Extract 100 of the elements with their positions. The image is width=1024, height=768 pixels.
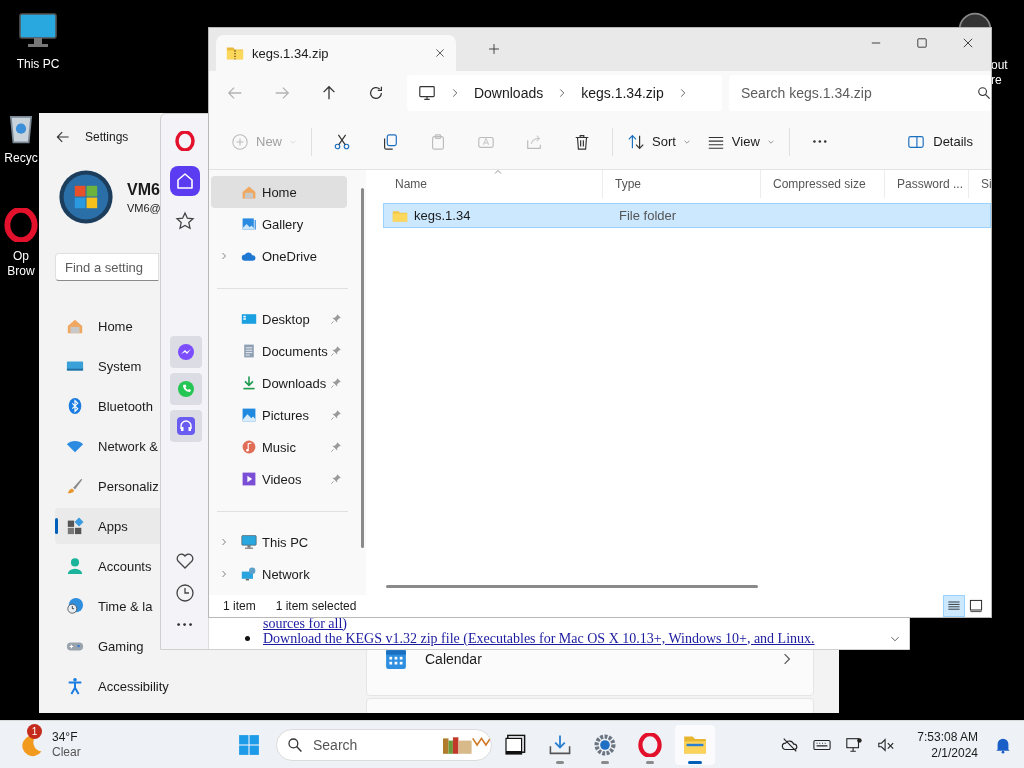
monitor-icon[interactable] xyxy=(18,10,58,50)
window-title: Settings xyxy=(85,130,129,144)
trash-icon xyxy=(573,132,591,151)
nav-item[interactable]: Music xyxy=(211,431,347,463)
opera-logo-icon[interactable] xyxy=(4,208,38,242)
download-link[interactable]: Download the KEGS v1.32 zip file (Executables for Mac OS X 10.13+, Windows 10+, and Linux. xyxy=(263,630,815,647)
opera-logo-icon xyxy=(174,131,195,151)
nav-item[interactable]: Videos xyxy=(211,463,347,495)
column-header[interactable]: Name xyxy=(383,170,603,198)
column-header[interactable]: Password ... xyxy=(885,170,969,198)
speaker-muted-icon xyxy=(877,735,896,754)
file-row[interactable]: kegs.1.34 File folder xyxy=(383,203,991,228)
window-tab[interactable]: kegs.1.34.zip xyxy=(216,35,456,71)
network-monitor-icon xyxy=(845,735,864,754)
column-header[interactable]: Si xyxy=(969,170,991,198)
nav-item[interactable]: OneDrive xyxy=(211,240,347,272)
address-bar[interactable]: Downloads kegs.1.34.zip xyxy=(406,74,722,111)
nav-item[interactable]: Network & xyxy=(55,428,160,464)
bluetooth-icon xyxy=(66,397,84,415)
user-email: VM6@ xyxy=(127,201,161,214)
selection-count: 1 item selected xyxy=(275,599,357,613)
opera-logo-icon xyxy=(638,732,662,757)
nav-item[interactable]: System xyxy=(55,348,160,384)
scissors-icon xyxy=(333,132,351,151)
house-icon xyxy=(174,171,195,191)
windows-logo-icon xyxy=(238,733,260,756)
close-icon xyxy=(961,36,975,50)
breadcrumb[interactable]: Downloads xyxy=(473,84,544,101)
download-tray-icon xyxy=(548,732,572,757)
nav-item[interactable]: Apps xyxy=(55,508,160,544)
more-icon xyxy=(812,140,827,143)
sort-arrows-icon xyxy=(627,132,645,151)
plus-icon xyxy=(487,41,501,56)
nav-item[interactable]: Downloads xyxy=(211,367,347,399)
star-icon xyxy=(174,211,195,231)
desktop-icon-label: out xyxy=(991,58,1008,73)
nav-item[interactable]: Time & la xyxy=(55,588,160,624)
nav-item[interactable]: Network xyxy=(211,558,347,590)
desktop-icon-label: Recyc xyxy=(4,151,38,166)
nav-item[interactable]: Documents xyxy=(211,335,347,367)
plus-circle-icon xyxy=(231,132,249,151)
details-button[interactable]: Details xyxy=(907,123,973,160)
tab-close-button[interactable] xyxy=(434,47,446,59)
desktop-icon-label: re xyxy=(991,73,1003,88)
monitor-icon xyxy=(417,83,436,102)
download-link[interactable]: sources for all) xyxy=(263,615,347,632)
file-type: File folder xyxy=(619,208,677,223)
desktop-icon-label: Op xyxy=(13,249,29,264)
sort-button[interactable]: Sort xyxy=(623,123,695,160)
nav-item[interactable]: Bluetooth xyxy=(55,388,160,424)
nav-item[interactable]: Desktop xyxy=(211,303,347,335)
search-field[interactable]: Search xyxy=(276,728,492,761)
sidebar-button[interactable] xyxy=(170,410,202,442)
breadcrumb[interactable]: kegs.1.34.zip xyxy=(581,84,664,101)
nav-item[interactable]: Accounts xyxy=(55,548,160,584)
network-icon xyxy=(241,566,257,582)
desktop-icon-label: This PC xyxy=(16,57,60,72)
nav-item[interactable]: Gaming xyxy=(55,628,160,664)
search-field[interactable]: Search kegs.1.34.zip xyxy=(729,74,991,111)
nav-item[interactable]: Accessibility xyxy=(55,668,169,704)
back-button[interactable] xyxy=(55,129,71,145)
clipboard-icon xyxy=(429,132,447,151)
desktop-icon xyxy=(241,311,257,327)
clock-icon xyxy=(174,583,195,603)
nav-item[interactable]: Pictures xyxy=(211,399,347,431)
clock[interactable]: 7:53:08 AM 2/1/2024 xyxy=(913,728,982,761)
messenger-icon xyxy=(176,342,196,362)
notification-badge: 1 xyxy=(27,723,42,739)
heart-icon xyxy=(174,551,195,571)
sidebar-button[interactable] xyxy=(170,336,202,368)
copy-icon xyxy=(381,132,399,151)
search-field[interactable]: Find a setting xyxy=(55,253,159,281)
headphones-icon xyxy=(176,416,196,436)
gear-icon xyxy=(593,732,617,757)
nav-item[interactable]: Gallery xyxy=(211,208,347,240)
accessibility-icon xyxy=(66,677,84,695)
nav-item[interactable]: Home xyxy=(211,176,347,208)
gallery-icon xyxy=(241,216,257,232)
nav-item[interactable]: Personaliz xyxy=(55,468,160,504)
video-icon xyxy=(241,471,257,487)
search-icon xyxy=(977,85,991,100)
sidebar-button[interactable] xyxy=(169,166,200,196)
nav-item[interactable]: Home xyxy=(55,308,160,344)
clock-globe-icon xyxy=(66,597,84,615)
brush-icon xyxy=(66,477,84,495)
music-note-icon xyxy=(241,439,257,455)
avatar xyxy=(58,169,114,225)
desktop-icon-label: Brow xyxy=(7,264,35,279)
view-button[interactable]: View xyxy=(702,123,779,160)
monitor-icon xyxy=(241,534,257,550)
user-name: VM6 xyxy=(127,180,161,199)
document-icon xyxy=(241,343,257,359)
column-header[interactable]: Compressed size xyxy=(761,170,885,198)
search-icon xyxy=(287,736,303,753)
phone-bubble-icon xyxy=(176,379,196,399)
nav-item[interactable]: This PC xyxy=(211,526,347,558)
details-view-button[interactable] xyxy=(943,595,965,617)
column-header[interactable]: Type xyxy=(603,170,761,198)
file-name: kegs.1.34 xyxy=(414,208,471,223)
weather-condition: Clear xyxy=(52,744,81,760)
